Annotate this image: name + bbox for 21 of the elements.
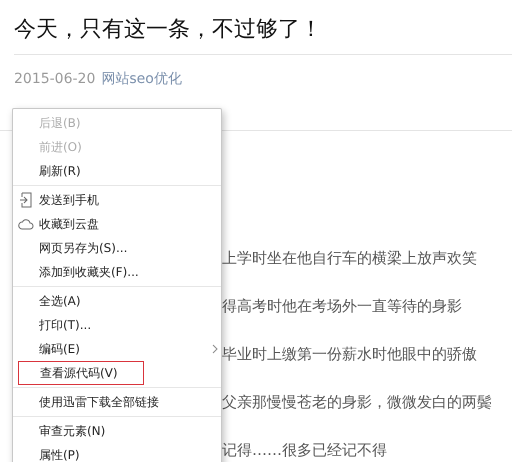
paragraph-text: 父亲那慢慢苍老的身影，微微发白的两鬓 [222,393,492,411]
menu-item[interactable]: 刷新(R) [18,159,208,183]
post-date: 2015-06-20 [14,71,96,87]
paragraph-text: 毕业时上缴第一份薪水时他眼中的骄傲 [222,345,478,363]
menu-item[interactable]: 收藏到云盘 [18,212,208,236]
send-to-phone-icon [18,192,34,208]
cloud-icon [18,218,34,230]
menu-item[interactable]: 打印(T)... [18,313,208,337]
menu-item[interactable]: 属性(P) [18,443,208,462]
menu-item[interactable]: 网页另存为(S)... [18,236,208,260]
menu-item[interactable]: 使用迅雷下载全部链接 [18,390,208,414]
menu-item[interactable]: 查看源代码(V) [18,361,144,385]
menu-item[interactable]: 审查元素(N) [18,419,208,443]
menu-item[interactable]: 编码(E) [18,337,208,361]
paragraph-text: 上学时坐在他自行车的横梁上放声欢笑 [222,249,478,267]
article-title: 今天，只有这一条，不过够了！ [13,16,323,44]
menu-item[interactable]: 添加到收藏夹(F)... [18,260,208,284]
paragraph-text: 记得……很多已经记不得 [222,441,388,459]
menu-item[interactable]: 发送到手机 [18,188,208,212]
paragraph-text: 得高考时他在考场外一直等待的身影 [222,297,463,315]
menu-item[interactable]: 全选(A) [18,289,208,313]
